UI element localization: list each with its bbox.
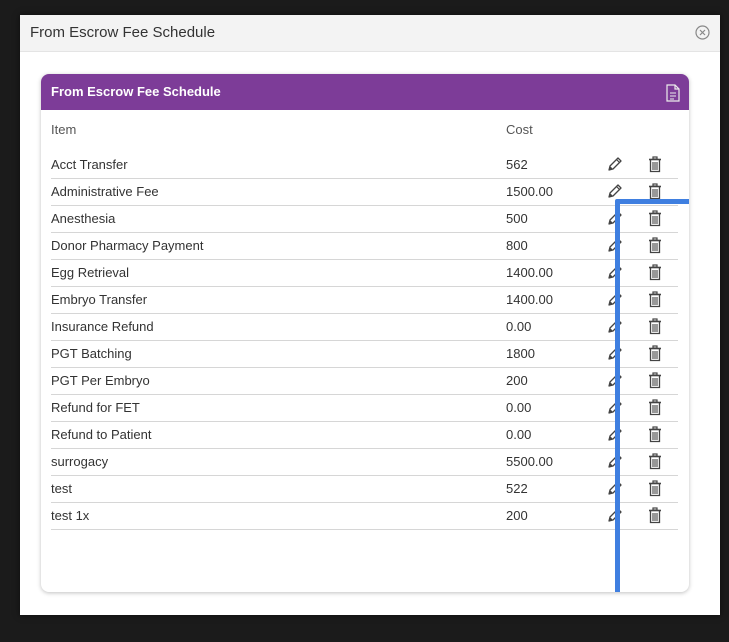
cost-cell: 5500.00 bbox=[506, 454, 553, 469]
pencil-icon[interactable] bbox=[606, 480, 623, 497]
pencil-icon[interactable] bbox=[606, 291, 623, 308]
column-header-item: Item bbox=[51, 122, 77, 137]
trash-icon[interactable] bbox=[648, 291, 662, 308]
trash-icon[interactable] bbox=[648, 264, 662, 281]
fee-schedule-panel: From Escrow Fee Schedule Item Cost Acct … bbox=[41, 74, 689, 592]
item-cell: Refund to Patient bbox=[51, 427, 152, 442]
pencil-icon[interactable] bbox=[606, 453, 623, 470]
trash-icon[interactable] bbox=[648, 345, 662, 362]
item-cell: Embryo Transfer bbox=[51, 292, 148, 307]
pencil-icon[interactable] bbox=[606, 507, 623, 524]
cost-cell: 200 bbox=[506, 508, 528, 523]
export-document-icon[interactable] bbox=[666, 84, 681, 102]
table-header: Item Cost bbox=[51, 122, 678, 142]
cost-cell: 1400.00 bbox=[506, 265, 553, 280]
table-row: test 1x 200 bbox=[51, 503, 678, 530]
item-cell: test 1x bbox=[51, 508, 90, 523]
pencil-icon[interactable] bbox=[606, 372, 623, 389]
trash-icon[interactable] bbox=[648, 426, 662, 443]
trash-icon[interactable] bbox=[648, 372, 662, 389]
pencil-icon[interactable] bbox=[606, 345, 623, 362]
pencil-icon[interactable] bbox=[606, 183, 623, 200]
close-icon[interactable] bbox=[695, 25, 710, 40]
panel-header: From Escrow Fee Schedule bbox=[41, 74, 689, 110]
table-row: PGT Batching 1800 bbox=[51, 341, 678, 368]
item-cell: Insurance Refund bbox=[51, 319, 154, 334]
cost-cell: 0.00 bbox=[506, 319, 532, 334]
table-row: Insurance Refund 0.00 bbox=[51, 314, 678, 341]
pencil-icon[interactable] bbox=[606, 237, 623, 254]
cost-cell: 562 bbox=[506, 157, 528, 172]
item-cell: PGT Per Embryo bbox=[51, 373, 150, 388]
table-row: Egg Retrieval 1400.00 bbox=[51, 260, 678, 287]
pencil-icon[interactable] bbox=[606, 210, 623, 227]
panel-title: From Escrow Fee Schedule bbox=[51, 84, 221, 99]
column-header-cost: Cost bbox=[506, 122, 533, 137]
table-row: Refund for FET 0.00 bbox=[51, 395, 678, 422]
item-cell: Egg Retrieval bbox=[51, 265, 130, 280]
table-row: Embryo Transfer 1400.00 bbox=[51, 287, 678, 314]
cost-cell: 200 bbox=[506, 373, 528, 388]
pencil-icon[interactable] bbox=[606, 426, 623, 443]
fee-table-body: Acct Transfer 562 Administrative Fee 150… bbox=[51, 152, 678, 530]
item-cell: Donor Pharmacy Payment bbox=[51, 238, 204, 253]
cost-cell: 0.00 bbox=[506, 400, 532, 415]
trash-icon[interactable] bbox=[648, 507, 662, 524]
cost-cell: 1800 bbox=[506, 346, 535, 361]
fee-schedule-modal: From Escrow Fee Schedule From Escrow Fee… bbox=[20, 15, 720, 615]
modal-header: From Escrow Fee Schedule bbox=[20, 15, 720, 52]
trash-icon[interactable] bbox=[648, 210, 662, 227]
cost-cell: 500 bbox=[506, 211, 528, 226]
trash-icon[interactable] bbox=[648, 156, 662, 173]
cost-cell: 1400.00 bbox=[506, 292, 553, 307]
table-row: surrogacy 5500.00 bbox=[51, 449, 678, 476]
item-cell: Anesthesia bbox=[51, 211, 116, 226]
pencil-icon[interactable] bbox=[606, 318, 623, 335]
table-row: Anesthesia 500 bbox=[51, 206, 678, 233]
trash-icon[interactable] bbox=[648, 480, 662, 497]
pencil-icon[interactable] bbox=[606, 264, 623, 281]
item-cell: PGT Batching bbox=[51, 346, 132, 361]
table-row: test 522 bbox=[51, 476, 678, 503]
cost-cell: 800 bbox=[506, 238, 528, 253]
trash-icon[interactable] bbox=[648, 318, 662, 335]
cost-cell: 1500.00 bbox=[506, 184, 553, 199]
pencil-icon[interactable] bbox=[606, 156, 623, 173]
table-row: Administrative Fee 1500.00 bbox=[51, 179, 678, 206]
modal-title: From Escrow Fee Schedule bbox=[30, 24, 216, 41]
item-cell: Refund for FET bbox=[51, 400, 140, 415]
cost-cell: 522 bbox=[506, 481, 528, 496]
trash-icon[interactable] bbox=[648, 453, 662, 470]
trash-icon[interactable] bbox=[648, 237, 662, 254]
trash-icon[interactable] bbox=[648, 183, 662, 200]
item-cell: Acct Transfer bbox=[51, 157, 128, 172]
table-row: PGT Per Embryo 200 bbox=[51, 368, 678, 395]
item-cell: surrogacy bbox=[51, 454, 109, 469]
table-row: Refund to Patient 0.00 bbox=[51, 422, 678, 449]
item-cell: test bbox=[51, 481, 72, 496]
item-cell: Administrative Fee bbox=[51, 184, 159, 199]
cost-cell: 0.00 bbox=[506, 427, 532, 442]
pencil-icon[interactable] bbox=[606, 399, 623, 416]
table-row: Acct Transfer 562 bbox=[51, 152, 678, 179]
trash-icon[interactable] bbox=[648, 399, 662, 416]
table-row: Donor Pharmacy Payment 800 bbox=[51, 233, 678, 260]
